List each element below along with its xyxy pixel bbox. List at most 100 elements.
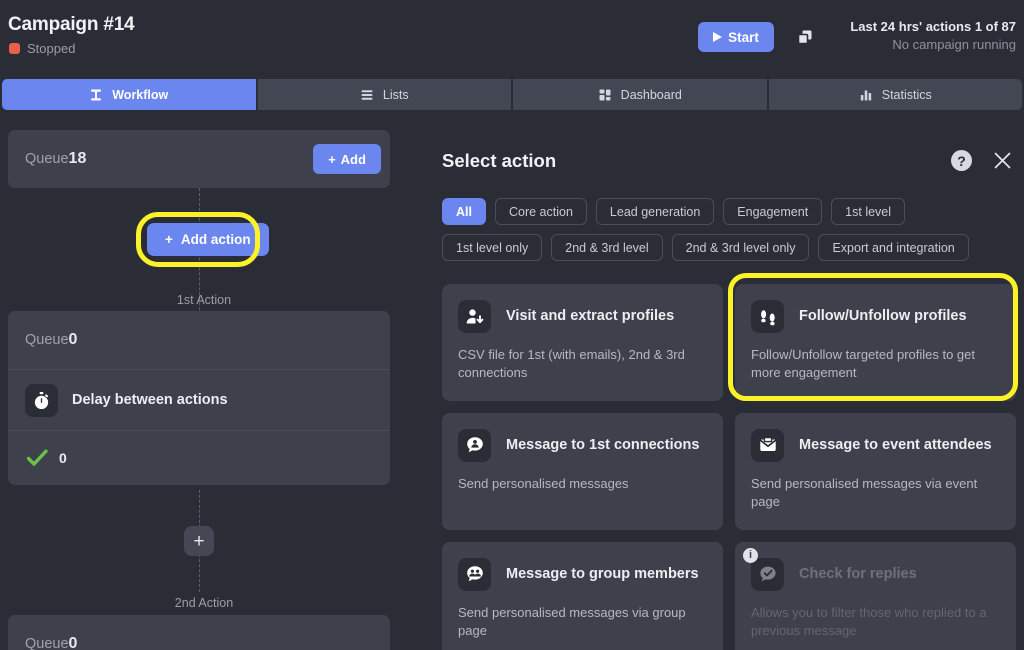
queue-card-top: Queue18 + Add (8, 130, 390, 188)
step1-queue-count: 0 (68, 331, 78, 348)
card-header: Message to 1st connections (458, 428, 707, 462)
chip-lead-generation[interactable]: Lead generation (595, 198, 715, 225)
tab-lists-label: Lists (382, 87, 409, 102)
workflow-column: Queue18 + Add + Add action 1st Action Qu… (0, 118, 408, 650)
chat-check-icon (751, 557, 784, 591)
envelope-icon (751, 428, 784, 462)
card-header: Check for replies (751, 557, 1000, 591)
card-title: Message to group members (506, 565, 699, 582)
add-button[interactable]: + Add (313, 144, 381, 174)
user-download-icon (458, 300, 491, 333)
card-header: Message to group members (458, 557, 707, 591)
panel-title: Select action (442, 150, 557, 171)
connector-2-label: 2nd Action (174, 596, 234, 610)
card-title: Check for replies (799, 565, 917, 582)
card-title: Message to event attendees (799, 436, 992, 453)
card-title: Follow/Unfollow profiles (799, 308, 967, 325)
chip-all[interactable]: All (442, 198, 486, 225)
step1-queue-label: Queue (25, 332, 69, 348)
header-stats: Last 24 hrs' actions 1 of 87 No campaign… (850, 19, 1016, 52)
queue-header: Queue18 + Add (8, 130, 390, 188)
start-button[interactable]: Start (698, 22, 774, 52)
app-header: Campaign #14 Stopped Start Last 24 hrs' … (0, 0, 1024, 75)
workflow-icon (91, 89, 102, 100)
action-card-message-to-event-attendees[interactable]: Message to event attendees Send personal… (735, 412, 1016, 530)
bar-chart-icon (860, 90, 871, 100)
queue-count: 18 (68, 150, 87, 167)
info-icon[interactable]: i (743, 547, 758, 563)
dashboard-icon (599, 89, 611, 100)
copy-icon (797, 30, 812, 45)
chip-core-action[interactable]: Core action (494, 198, 587, 225)
close-icon[interactable] (988, 146, 1016, 174)
action-step-2-card[interactable]: Queue0 (8, 615, 390, 650)
delay-action-row[interactable]: Delay between actions (8, 369, 390, 430)
card-header: Follow/Unfollow profiles (751, 300, 1000, 333)
chip-2nd-3rd-level-only[interactable]: 2nd & 3rd level only (671, 234, 810, 261)
chip-1st-level[interactable]: 1st level (831, 198, 906, 225)
plus-icon: + (328, 151, 336, 167)
add-step-node-button[interactable]: + (184, 526, 214, 556)
select-action-panel: Select action ? All Core action Lead gen… (410, 118, 1024, 650)
action-card-message-to-group-members[interactable]: Message to group members Send personalis… (442, 541, 723, 650)
tab-dashboard-label: Dashboard (620, 87, 682, 102)
queue-count-group: Queue18 (25, 150, 86, 168)
card-header: Message to event attendees (751, 428, 1000, 462)
card-description: Send personalised messages via group pag… (458, 604, 686, 639)
category-filter-chips: All Core action Lead generation Engageme… (442, 198, 1014, 261)
page-title: Campaign #14 (8, 14, 135, 35)
chat-people-icon (458, 428, 491, 462)
card-header: Visit and extract profiles (458, 300, 707, 333)
main-tabs: Workflow Lists Dashboard Statistics (2, 79, 1022, 110)
tab-statistics-label: Statistics (881, 87, 932, 102)
card-description: Send personalised messages via event pag… (751, 475, 978, 510)
chip-engagement[interactable]: Engagement (723, 198, 823, 225)
duplicate-campaign-button[interactable] (793, 25, 817, 49)
chip-2nd-3rd-level[interactable]: 2nd & 3rd level (551, 234, 663, 261)
step1-queue-group: Queue0 (25, 331, 77, 349)
tab-dashboard[interactable]: Dashboard (513, 79, 767, 110)
action-step-1-card[interactable]: Queue0 Delay between actions 0 (8, 311, 390, 485)
add-action-button[interactable]: + Add action (147, 223, 269, 256)
card-title: Visit and extract profiles (506, 308, 675, 325)
chip-1st-level-only[interactable]: 1st level only (442, 234, 543, 261)
card-description: CSV file for 1st (with emails), 2nd & 3r… (458, 347, 685, 381)
action-card-message-to-1st-connections[interactable]: Message to 1st connections Send personal… (442, 412, 723, 530)
running-status-label: No campaign running (892, 37, 1016, 52)
add-button-label: Add (340, 151, 366, 167)
question-mark-icon[interactable]: ? (951, 150, 972, 171)
status-indicator-icon (9, 43, 20, 54)
campaign-status: Stopped (9, 41, 75, 56)
tab-workflow-label: Workflow (112, 87, 169, 102)
action-card-check-for-replies[interactable]: i Check for replies Allows you to filter… (735, 541, 1016, 650)
list-icon (361, 89, 373, 100)
start-button-label: Start (728, 29, 759, 45)
action-card-visit-and-extract-profiles[interactable]: Visit and extract profiles CSV file for … (442, 284, 723, 401)
actions-count-label: Last 24 hrs' actions 1 of 87 (850, 19, 1016, 34)
status-label: Stopped (27, 41, 76, 56)
play-icon (713, 32, 723, 42)
tab-lists[interactable]: Lists (257, 79, 511, 110)
stopwatch-icon (25, 383, 58, 417)
chat-group-icon (458, 557, 491, 591)
connector-1-label: 1st Action (176, 293, 232, 307)
card-title: Message to 1st connections (506, 436, 700, 453)
action-cards-grid: Visit and extract profiles CSV file for … (442, 284, 1016, 650)
plus-icon: + (165, 232, 173, 247)
queue-label: Queue (25, 151, 69, 167)
tab-statistics[interactable]: Statistics (768, 79, 1022, 110)
delay-action-label: Delay between actions (72, 392, 228, 408)
step1-queue-header: Queue0 (8, 311, 390, 369)
campaign-workflow-app: Campaign #14 Stopped Start Last 24 hrs' … (0, 0, 1024, 650)
footsteps-icon (751, 300, 784, 333)
tab-workflow[interactable]: Workflow (2, 79, 256, 110)
card-description: Send personalised messages (458, 475, 629, 491)
card-description: Allows you to filter those who replied t… (751, 604, 987, 639)
completed-count: 0 (59, 450, 67, 466)
card-description: Follow/Unfollow targeted profiles to get… (751, 347, 976, 381)
chip-export-and-integration[interactable]: Export and integration (818, 234, 969, 261)
step2-queue-group: Queue0 (25, 635, 77, 650)
step2-queue-header: Queue0 (8, 615, 390, 650)
check-icon (27, 449, 48, 466)
action-card-follow-unfollow-profiles[interactable]: Follow/Unfollow profiles Follow/Unfollow… (735, 284, 1016, 401)
